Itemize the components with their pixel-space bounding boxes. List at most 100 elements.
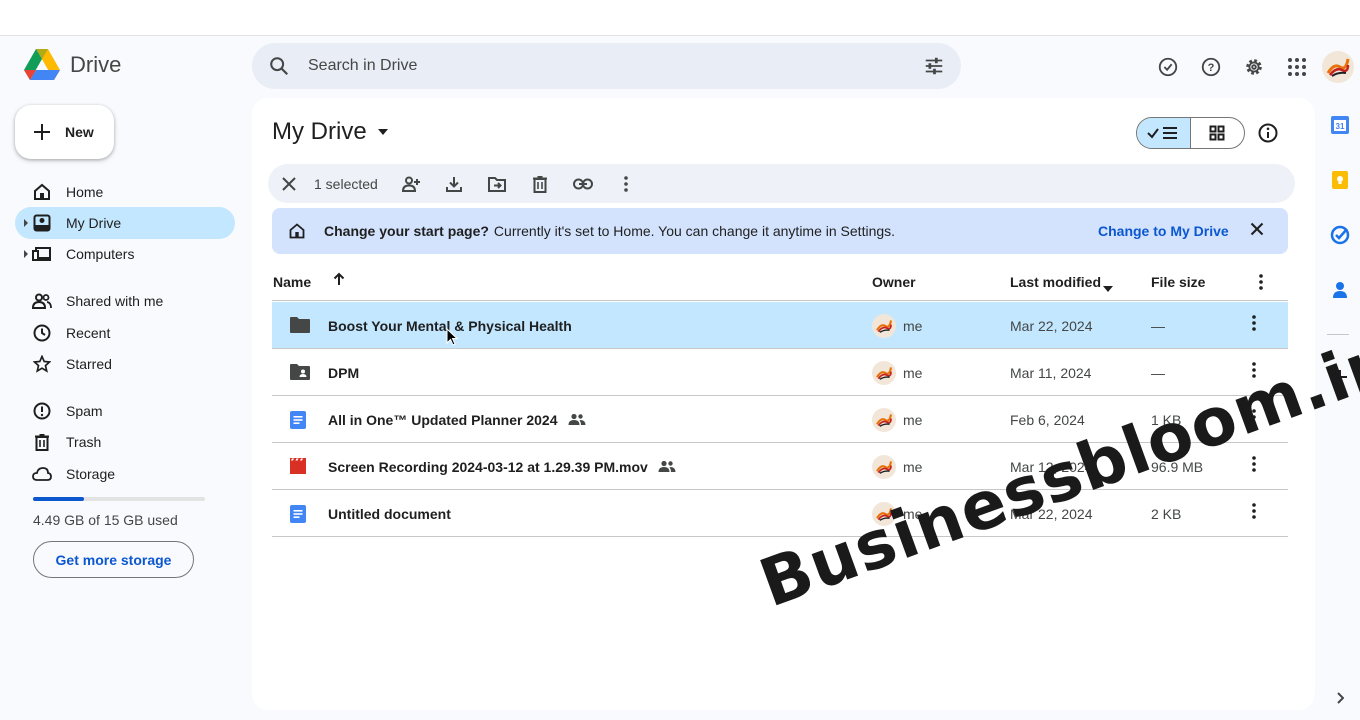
check-list-icon	[1147, 127, 1178, 139]
sidebar-item-storage[interactable]: Storage	[15, 458, 235, 490]
apps-grid-icon[interactable]	[1275, 45, 1318, 88]
file-last-modified: Feb 6, 2024	[1010, 412, 1085, 428]
calendar-icon[interactable]: 31	[1329, 114, 1351, 136]
sort-dropdown-arrow-icon[interactable]	[1103, 279, 1113, 295]
search-bar[interactable]: Search in Drive	[252, 43, 961, 89]
sidebar-item-my-drive[interactable]: My Drive	[15, 207, 235, 239]
file-last-modified: Mar 22, 2024	[1010, 318, 1093, 334]
copy-link-icon[interactable]	[562, 164, 605, 203]
sidebar-item-label: Storage	[66, 466, 116, 482]
folder-icon	[289, 316, 311, 336]
file-name-text: Untitled document	[328, 506, 451, 522]
sidebar-item-label: Trash	[66, 434, 102, 450]
help-icon[interactable]: ?	[1189, 45, 1232, 88]
file-name: All in One™ Updated Planner 2024	[328, 412, 586, 428]
ready-for-offline-icon[interactable]	[1146, 45, 1189, 88]
file-name-text: DPM	[328, 365, 360, 381]
owner-avatar	[872, 361, 896, 385]
chevron-right-icon[interactable]	[1329, 687, 1351, 709]
file-owner: me	[903, 412, 923, 428]
sidebar-item-spam[interactable]: Spam	[15, 395, 235, 427]
page-title-text: My Drive	[272, 118, 367, 145]
trash-icon	[32, 432, 52, 452]
svg-text:31: 31	[1336, 122, 1345, 131]
sort-ascending-arrow-icon[interactable]	[333, 272, 345, 289]
expand-caret-icon[interactable]	[24, 250, 28, 258]
file-name: Screen Recording 2024-03-12 at 1.29.39 P…	[328, 459, 676, 475]
file-name-text: Screen Recording 2024-03-12 at 1.29.39 P…	[328, 459, 648, 475]
plus-icon	[34, 124, 50, 140]
clear-selection-close-icon[interactable]	[278, 164, 300, 203]
column-options-more-icon[interactable]	[1259, 274, 1263, 293]
svg-text:?: ?	[1207, 62, 1214, 74]
storage-usage-fill	[33, 497, 85, 501]
sidebar-item-recent[interactable]: Recent	[15, 317, 235, 349]
drive-logo[interactable]: Drive	[24, 49, 121, 81]
sidebar-item-label: Spam	[66, 403, 103, 419]
drive-logo-icon	[24, 49, 60, 80]
google-doc-icon	[289, 410, 311, 430]
search-input[interactable]: Search in Drive	[308, 57, 923, 75]
owner-avatar	[872, 455, 896, 479]
sidebar-item-shared-with-me[interactable]: Shared with me	[15, 285, 235, 317]
header-actions: ?	[1146, 45, 1360, 88]
settings-gear-icon[interactable]	[1232, 45, 1275, 88]
sidebar-item-label: My Drive	[66, 215, 122, 231]
tasks-icon[interactable]	[1329, 224, 1351, 246]
expand-caret-icon[interactable]	[24, 219, 28, 227]
clock-icon	[32, 323, 52, 343]
banner-heading: Change your start page?	[324, 223, 489, 239]
page-title[interactable]: My Drive	[272, 118, 389, 146]
search-icon[interactable]	[268, 55, 290, 77]
app-name: Drive	[70, 52, 122, 77]
file-row[interactable]: Untitled document me Mar 22, 2024 2 KB	[272, 490, 1288, 537]
cloud-icon	[32, 464, 52, 484]
filter-options-icon[interactable]	[923, 55, 945, 77]
move-to-folder-icon[interactable]	[476, 164, 519, 203]
file-owner: me	[903, 459, 923, 475]
home-icon	[289, 223, 305, 239]
file-size: —	[1151, 318, 1165, 334]
sidebar-item-trash[interactable]: Trash	[15, 426, 235, 458]
header: Drive Search in Drive ?	[0, 36, 1360, 98]
storage-usage-text: 4.49 GB of 15 GB used	[33, 512, 178, 528]
row-more-actions-icon[interactable]	[1252, 315, 1256, 334]
account-avatar[interactable]	[1322, 50, 1354, 83]
dropdown-arrow-icon[interactable]	[377, 128, 389, 136]
file-name: DPM	[328, 365, 359, 381]
column-header-owner[interactable]: Owner	[872, 274, 916, 290]
sidebar-item-computers[interactable]: Computers	[15, 238, 235, 270]
file-row[interactable]: Boost Your Mental & Physical Health me Mar…	[272, 302, 1288, 349]
grid-icon	[1209, 125, 1225, 141]
storage-usage-bar	[33, 497, 205, 501]
new-button[interactable]: New	[15, 105, 114, 159]
list-view-button[interactable]	[1137, 118, 1191, 148]
sidebar-item-label: Starred	[66, 356, 112, 372]
google-doc-icon	[289, 504, 311, 524]
banner-close-icon[interactable]	[1250, 222, 1264, 239]
details-info-icon[interactable]	[1257, 122, 1279, 149]
download-icon[interactable]	[433, 164, 476, 203]
share-add-person-icon[interactable]	[390, 164, 433, 203]
sidebar-item-starred[interactable]: Starred	[15, 348, 235, 380]
owner-avatar	[872, 408, 896, 432]
get-more-storage-button[interactable]: Get more storage	[33, 541, 194, 578]
selection-toolbar: 1 selected	[268, 164, 1295, 203]
file-size: —	[1151, 365, 1165, 381]
delete-trash-icon[interactable]	[519, 164, 562, 203]
grid-view-button[interactable]	[1191, 118, 1245, 148]
column-header-last-modified[interactable]: Last modified	[1010, 274, 1101, 290]
change-to-my-drive-link[interactable]: Change to My Drive	[1098, 223, 1229, 239]
more-actions-icon[interactable]	[605, 164, 648, 203]
file-owner: me	[903, 365, 923, 381]
sidebar-item-home[interactable]: Home	[15, 176, 235, 208]
file-row[interactable]: DPM me Mar 11, 2024 —	[272, 349, 1288, 396]
sidebar-item-label: Shared with me	[66, 293, 164, 309]
contacts-icon[interactable]	[1329, 279, 1351, 301]
keep-notes-icon[interactable]	[1329, 169, 1351, 191]
column-header-file-size[interactable]: File size	[1151, 274, 1205, 290]
row-more-actions-icon[interactable]	[1252, 503, 1256, 522]
column-header-name[interactable]: Name	[273, 274, 311, 290]
row-more-actions-icon[interactable]	[1252, 456, 1256, 475]
computers-icon	[32, 244, 52, 264]
